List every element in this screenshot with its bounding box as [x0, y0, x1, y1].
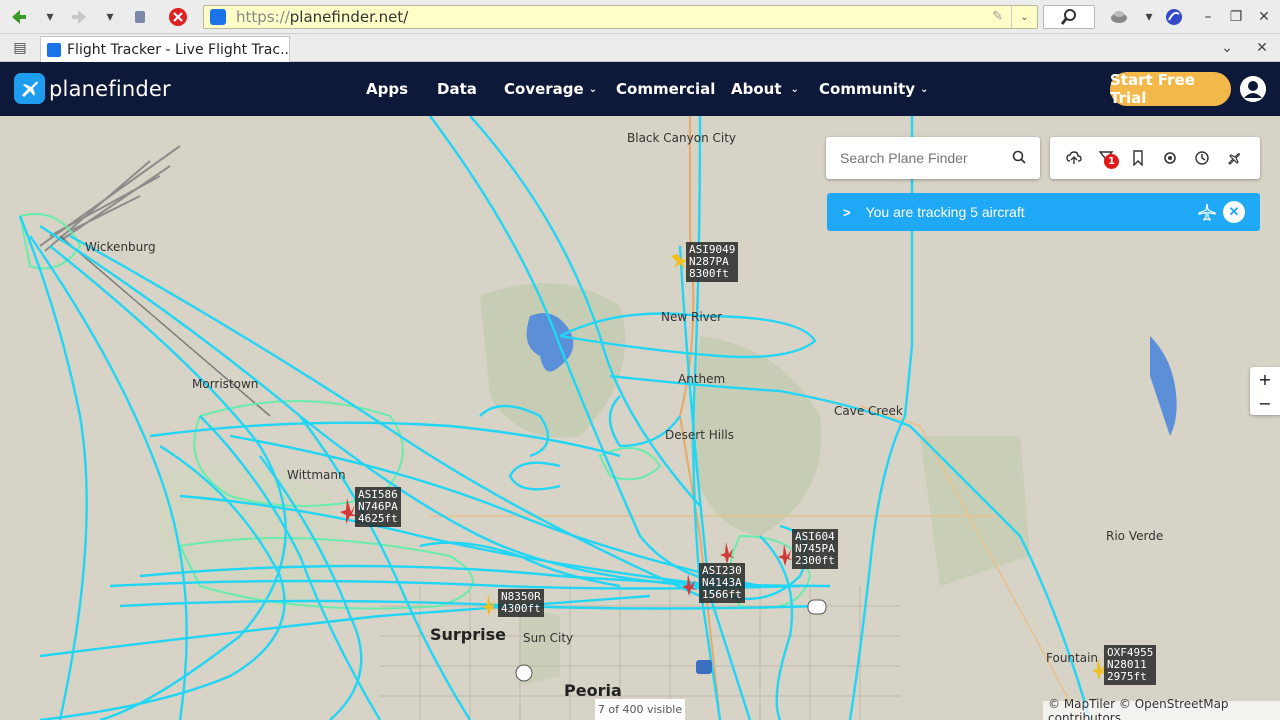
- browser-search-button[interactable]: [1043, 5, 1095, 29]
- aircraft-label[interactable]: ASI604 N745PA 2300ft: [792, 529, 838, 569]
- place-label: Anthem: [678, 372, 726, 386]
- chevron-down-icon: ⌄: [790, 83, 799, 95]
- nav-data[interactable]: Data: [437, 62, 477, 116]
- zoom-out-button[interactable]: −: [1250, 391, 1280, 415]
- tab-flight-tracker[interactable]: Flight Tracker - Live Flight Trac...: [40, 36, 290, 62]
- aircraft-label[interactable]: OXF4955 N28011 2975ft: [1104, 645, 1157, 685]
- place-label: Rio Verde: [1106, 529, 1164, 543]
- place-label: Black Canyon City: [627, 131, 737, 145]
- tab-list-icon[interactable]: ▤: [8, 36, 32, 60]
- tab-menu-chevron-icon[interactable]: ⌄: [1215, 36, 1239, 60]
- cloud-upload-icon[interactable]: [1066, 150, 1082, 166]
- magnifier-icon: [1060, 9, 1076, 25]
- map-tools: [1050, 137, 1260, 179]
- tracking-text: You are tracking 5 aircraft: [865, 204, 1025, 220]
- browser-toolbar: ▾ ▾ https://planefinder.net/ ✎ ⌄ ▾ – ❐ ✕: [0, 0, 1280, 34]
- nav-commercial[interactable]: Commercial: [616, 62, 715, 116]
- tab-close-icon[interactable]: ✕: [1250, 36, 1274, 60]
- back-history-chevron-icon[interactable]: ▾: [38, 5, 62, 29]
- extension-chevron-icon[interactable]: ▾: [1137, 5, 1161, 29]
- filter-count-badge: 1: [1104, 154, 1119, 169]
- chevron-down-icon: ⌄: [920, 83, 929, 95]
- site-favicon-icon: [210, 9, 226, 25]
- window-close-icon[interactable]: ✕: [1252, 5, 1276, 29]
- settings-icon[interactable]: [1162, 150, 1178, 166]
- forward-history-chevron-icon[interactable]: ▾: [98, 5, 122, 29]
- tab-favicon-icon: [47, 42, 61, 57]
- history-icon[interactable]: [1194, 150, 1210, 166]
- nav-apps[interactable]: Apps: [366, 62, 408, 116]
- nav-about[interactable]: About ⌄: [731, 62, 799, 116]
- close-tracking-button[interactable]: ✕: [1223, 201, 1245, 223]
- visible-count: 7 of 400 visible: [595, 699, 685, 720]
- user-account-icon[interactable]: [1240, 76, 1266, 102]
- map-attribution: © MapTiler © OpenStreetMap contributors: [1043, 697, 1280, 720]
- forward-icon[interactable]: [68, 5, 92, 29]
- nav-coverage[interactable]: Coverage ⌄: [504, 62, 597, 116]
- stop-icon[interactable]: [166, 5, 190, 29]
- site-header: planefinder Apps Data Coverage ⌄ Commerci…: [0, 62, 1280, 116]
- aircraft-icon[interactable]: [1226, 150, 1242, 166]
- aircraft-label[interactable]: ASI230 N4143A 1566ft: [699, 563, 745, 603]
- place-label-major: Peoria: [564, 681, 622, 700]
- planefinder-logo[interactable]: planefinder: [14, 73, 171, 104]
- chevron-right-icon: >: [843, 204, 851, 220]
- key-icon: ✎: [992, 9, 1003, 24]
- search-input[interactable]: [840, 137, 1010, 179]
- start-free-trial-button[interactable]: Start Free Trial: [1110, 71, 1231, 107]
- zoom-controls: + −: [1250, 367, 1280, 415]
- minimize-icon[interactable]: –: [1196, 5, 1220, 29]
- search-icon[interactable]: [1012, 150, 1026, 164]
- browser-logo-icon[interactable]: [1162, 5, 1186, 29]
- reload-icon[interactable]: [128, 5, 152, 29]
- logo-wordmark: planefinder: [49, 76, 171, 101]
- url-text: https://planefinder.net/: [236, 8, 409, 26]
- tracking-banner[interactable]: > You are tracking 5 aircraft ✕: [827, 193, 1260, 231]
- logo-plane-icon: [14, 73, 45, 104]
- address-bar[interactable]: https://planefinder.net/ ✎ ⌄: [203, 5, 1038, 29]
- chevron-down-icon: ⌄: [588, 83, 598, 95]
- place-label: Wittmann: [287, 468, 346, 482]
- zoom-in-button[interactable]: +: [1250, 367, 1280, 391]
- place-label: Fountain: [1046, 651, 1099, 665]
- place-label: New River: [661, 310, 723, 324]
- place-label: Sun City: [523, 631, 574, 645]
- place-label: Morristown: [192, 377, 259, 391]
- place-label: Cave Creek: [834, 404, 903, 418]
- bookmark-icon[interactable]: [1130, 150, 1146, 166]
- place-label: Wickenburg: [85, 240, 156, 254]
- tracked-aircraft-icon: [1198, 203, 1216, 221]
- aircraft-label[interactable]: ASI9049 N287PA 8300ft: [686, 242, 739, 282]
- aircraft-label[interactable]: ASI586 N746PA 4625ft: [355, 487, 401, 527]
- spy-extension-icon[interactable]: [1107, 5, 1131, 29]
- place-label: Desert Hills: [665, 428, 734, 442]
- tab-bar: ▤ Flight Tracker - Live Flight Trac... ⌄…: [0, 34, 1280, 62]
- restore-icon[interactable]: ❐: [1224, 5, 1248, 29]
- place-label-major: Surprise: [430, 625, 507, 644]
- url-dropdown-icon[interactable]: ⌄: [1011, 6, 1037, 28]
- aircraft-label[interactable]: N8350R 4300ft: [498, 589, 544, 617]
- search-panel: [826, 137, 1040, 179]
- tab-title: Flight Tracker - Live Flight Trac...: [67, 41, 290, 58]
- back-icon[interactable]: [6, 5, 30, 29]
- nav-community[interactable]: Community ⌄: [819, 62, 928, 116]
